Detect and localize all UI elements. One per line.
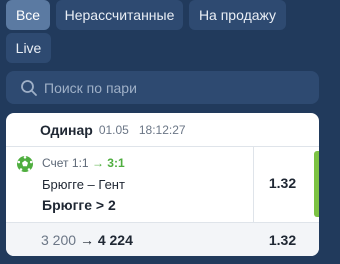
match-name: Брюгге – Гент [42,177,125,192]
stake-line: 3 200 → 4 224 [41,232,133,248]
search-input[interactable] [44,71,309,104]
score-line: Счет 1:1 → 3:1 [42,156,125,170]
soccer-ball-icon [17,156,33,172]
bet-date: 01.05 [98,122,129,137]
filter-for-sale[interactable]: На продажу [189,0,286,30]
status-indicator [314,151,319,217]
score-arrow: → [91,156,104,170]
bet-footer: 3 200 → 4 224 1.32 [6,223,319,256]
score-label: Счет [42,156,69,170]
score-after: 3:1 [107,156,125,170]
bet-type: Одинар [40,121,93,138]
stake-amount: 3 200 [41,232,77,248]
divider [6,146,319,147]
bet-outcome: Брюгге > 2 [42,197,116,213]
filter-unsettled[interactable]: Нерассчитанные [56,0,183,30]
stake-arrow: → [79,232,94,248]
bet-card-header: Одинар 01.05 18:12:27 [6,113,319,146]
event-odd: 1.32 [268,175,297,191]
search-bar[interactable] [6,71,319,104]
search-icon [21,80,37,96]
total-odd: 1.32 [268,232,297,248]
bet-time: 18:12:27 [138,122,186,137]
bet-card[interactable]: Одинар 01.05 18:12:27 Счет 1:1 → 3:1 Брю… [6,113,319,256]
potential-win: 4 224 [97,232,133,248]
filter-all[interactable]: Все [6,0,50,30]
score-before: 1:1 [71,156,89,170]
filter-live[interactable]: Live [6,33,51,63]
